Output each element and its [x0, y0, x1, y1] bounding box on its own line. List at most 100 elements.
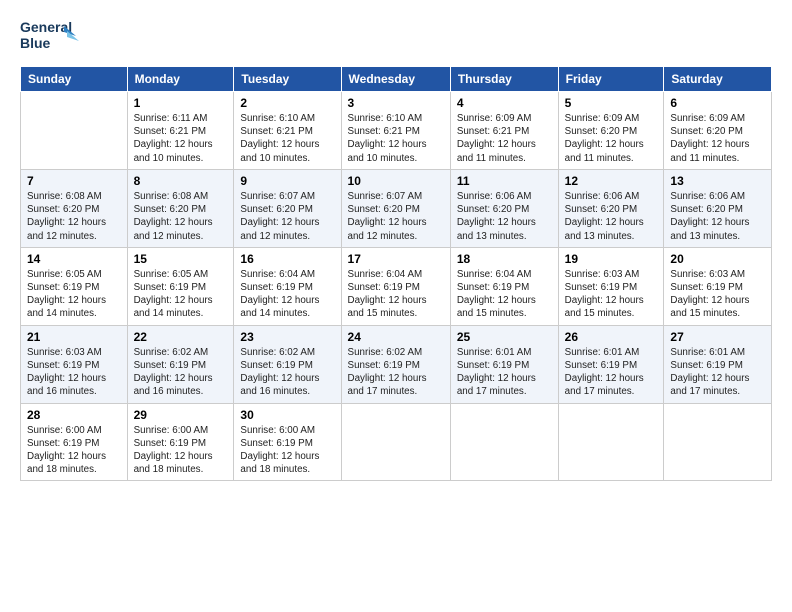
- day-info: Sunrise: 6:02 AMSunset: 6:19 PMDaylight:…: [348, 346, 444, 399]
- day-cell: 12 Sunrise: 6:06 AMSunset: 6:20 PMDayligh…: [558, 169, 664, 247]
- day-number: 17: [348, 252, 444, 266]
- weekday-header-monday: Monday: [127, 67, 234, 92]
- day-info: Sunrise: 6:06 AMSunset: 6:20 PMDaylight:…: [457, 190, 552, 243]
- day-number: 2: [240, 96, 334, 110]
- week-row-1: 1Sunrise: 6:11 AMSunset: 6:21 PMDaylight…: [21, 92, 772, 170]
- day-cell: 29 Sunrise: 6:00 AMSunset: 6:19 PMDayligh…: [127, 403, 234, 481]
- day-info: Sunrise: 6:10 AMSunset: 6:21 PMDaylight:…: [240, 112, 334, 165]
- day-cell: 7 Sunrise: 6:08 AMSunset: 6:20 PMDaylight…: [21, 169, 128, 247]
- day-info: Sunrise: 6:00 AMSunset: 6:19 PMDaylight:…: [27, 424, 121, 477]
- day-info: Sunrise: 6:02 AMSunset: 6:19 PMDaylight:…: [134, 346, 228, 399]
- day-cell: 25Sunrise: 6:01 AMSunset: 6:19 PMDayligh…: [450, 325, 558, 403]
- day-info: Sunrise: 6:09 AMSunset: 6:20 PMDaylight:…: [565, 112, 658, 165]
- day-info: Sunrise: 6:06 AMSunset: 6:20 PMDaylight:…: [565, 190, 658, 243]
- day-info: Sunrise: 6:03 AMSunset: 6:19 PMDaylight:…: [27, 346, 121, 399]
- day-cell: 13 Sunrise: 6:06 AMSunset: 6:20 PMDayligh…: [664, 169, 772, 247]
- day-number: 22: [134, 330, 228, 344]
- day-number: 18: [457, 252, 552, 266]
- day-cell: 19 Sunrise: 6:03 AMSunset: 6:19 PMDayligh…: [558, 247, 664, 325]
- day-number: 10: [348, 174, 444, 188]
- day-number: 19: [565, 252, 658, 266]
- day-info: Sunrise: 6:08 AMSunset: 6:20 PMDaylight:…: [27, 190, 121, 243]
- day-cell: 21 Sunrise: 6:03 AMSunset: 6:19 PMDayligh…: [21, 325, 128, 403]
- weekday-header-saturday: Saturday: [664, 67, 772, 92]
- day-cell: 3 Sunrise: 6:10 AMSunset: 6:21 PMDaylight…: [341, 92, 450, 170]
- header: GeneralBlue: [20, 16, 772, 54]
- day-cell: 23 Sunrise: 6:02 AMSunset: 6:19 PMDayligh…: [234, 325, 341, 403]
- day-cell: 2 Sunrise: 6:10 AMSunset: 6:21 PMDaylight…: [234, 92, 341, 170]
- day-cell: 4 Sunrise: 6:09 AMSunset: 6:21 PMDaylight…: [450, 92, 558, 170]
- day-cell: 9 Sunrise: 6:07 AMSunset: 6:20 PMDaylight…: [234, 169, 341, 247]
- day-number: 30: [240, 408, 334, 422]
- logo-svg: GeneralBlue: [20, 16, 80, 54]
- day-cell: 5Sunrise: 6:09 AMSunset: 6:20 PMDaylight…: [558, 92, 664, 170]
- day-cell: 11 Sunrise: 6:06 AMSunset: 6:20 PMDayligh…: [450, 169, 558, 247]
- day-cell: 8Sunrise: 6:08 AMSunset: 6:20 PMDaylight…: [127, 169, 234, 247]
- week-row-5: 28Sunrise: 6:00 AMSunset: 6:19 PMDayligh…: [21, 403, 772, 481]
- weekday-header-wednesday: Wednesday: [341, 67, 450, 92]
- day-cell: [341, 403, 450, 481]
- day-number: 29: [134, 408, 228, 422]
- day-info: Sunrise: 6:00 AMSunset: 6:19 PMDaylight:…: [240, 424, 334, 477]
- day-info: Sunrise: 6:01 AMSunset: 6:19 PMDaylight:…: [670, 346, 765, 399]
- day-number: 16: [240, 252, 334, 266]
- day-info: Sunrise: 6:07 AMSunset: 6:20 PMDaylight:…: [348, 190, 444, 243]
- day-number: 9: [240, 174, 334, 188]
- weekday-header-thursday: Thursday: [450, 67, 558, 92]
- day-number: 7: [27, 174, 121, 188]
- day-info: Sunrise: 6:03 AMSunset: 6:19 PMDaylight:…: [670, 268, 765, 321]
- day-number: 23: [240, 330, 334, 344]
- day-cell: 15Sunrise: 6:05 AMSunset: 6:19 PMDayligh…: [127, 247, 234, 325]
- day-cell: 10 Sunrise: 6:07 AMSunset: 6:20 PMDayligh…: [341, 169, 450, 247]
- calendar-table: SundayMondayTuesdayWednesdayThursdayFrid…: [20, 66, 772, 481]
- logo: GeneralBlue: [20, 16, 80, 54]
- weekday-header-row: SundayMondayTuesdayWednesdayThursdayFrid…: [21, 67, 772, 92]
- day-number: 13: [670, 174, 765, 188]
- day-info: Sunrise: 6:10 AMSunset: 6:21 PMDaylight:…: [348, 112, 444, 165]
- day-info: Sunrise: 6:05 AMSunset: 6:19 PMDaylight:…: [134, 268, 228, 321]
- day-cell: 16 Sunrise: 6:04 AMSunset: 6:19 PMDayligh…: [234, 247, 341, 325]
- day-cell: 6 Sunrise: 6:09 AMSunset: 6:20 PMDaylight…: [664, 92, 772, 170]
- page: GeneralBlue SundayMondayTuesdayWednesday…: [0, 0, 792, 612]
- day-number: 26: [565, 330, 658, 344]
- day-info: Sunrise: 6:03 AMSunset: 6:19 PMDaylight:…: [565, 268, 658, 321]
- day-info: Sunrise: 6:04 AMSunset: 6:19 PMDaylight:…: [457, 268, 552, 321]
- day-number: 6: [670, 96, 765, 110]
- weekday-header-tuesday: Tuesday: [234, 67, 341, 92]
- day-info: Sunrise: 6:09 AMSunset: 6:20 PMDaylight:…: [670, 112, 765, 165]
- day-info: Sunrise: 6:08 AMSunset: 6:20 PMDaylight:…: [134, 190, 228, 243]
- svg-text:Blue: Blue: [20, 35, 51, 51]
- day-info: Sunrise: 6:02 AMSunset: 6:19 PMDaylight:…: [240, 346, 334, 399]
- day-info: Sunrise: 6:04 AMSunset: 6:19 PMDaylight:…: [348, 268, 444, 321]
- day-info: Sunrise: 6:07 AMSunset: 6:20 PMDaylight:…: [240, 190, 334, 243]
- day-info: Sunrise: 6:01 AMSunset: 6:19 PMDaylight:…: [457, 346, 552, 399]
- day-cell: 17 Sunrise: 6:04 AMSunset: 6:19 PMDayligh…: [341, 247, 450, 325]
- day-cell: 26 Sunrise: 6:01 AMSunset: 6:19 PMDayligh…: [558, 325, 664, 403]
- day-cell: 22 Sunrise: 6:02 AMSunset: 6:19 PMDayligh…: [127, 325, 234, 403]
- day-number: 27: [670, 330, 765, 344]
- day-number: 12: [565, 174, 658, 188]
- day-cell: 20 Sunrise: 6:03 AMSunset: 6:19 PMDayligh…: [664, 247, 772, 325]
- day-number: 3: [348, 96, 444, 110]
- day-number: 21: [27, 330, 121, 344]
- day-cell: 18 Sunrise: 6:04 AMSunset: 6:19 PMDayligh…: [450, 247, 558, 325]
- day-number: 4: [457, 96, 552, 110]
- day-cell: [664, 403, 772, 481]
- day-number: 20: [670, 252, 765, 266]
- day-number: 11: [457, 174, 552, 188]
- day-cell: [21, 92, 128, 170]
- day-cell: 27 Sunrise: 6:01 AMSunset: 6:19 PMDayligh…: [664, 325, 772, 403]
- day-info: Sunrise: 6:06 AMSunset: 6:20 PMDaylight:…: [670, 190, 765, 243]
- weekday-header-sunday: Sunday: [21, 67, 128, 92]
- week-row-4: 21 Sunrise: 6:03 AMSunset: 6:19 PMDayligh…: [21, 325, 772, 403]
- day-info: Sunrise: 6:01 AMSunset: 6:19 PMDaylight:…: [565, 346, 658, 399]
- day-info: Sunrise: 6:04 AMSunset: 6:19 PMDaylight:…: [240, 268, 334, 321]
- day-cell: 24Sunrise: 6:02 AMSunset: 6:19 PMDayligh…: [341, 325, 450, 403]
- day-info: Sunrise: 6:00 AMSunset: 6:19 PMDaylight:…: [134, 424, 228, 477]
- day-cell: 14Sunrise: 6:05 AMSunset: 6:19 PMDayligh…: [21, 247, 128, 325]
- day-info: Sunrise: 6:09 AMSunset: 6:21 PMDaylight:…: [457, 112, 552, 165]
- day-cell: 28Sunrise: 6:00 AMSunset: 6:19 PMDayligh…: [21, 403, 128, 481]
- day-info: Sunrise: 6:05 AMSunset: 6:19 PMDaylight:…: [27, 268, 121, 321]
- weekday-header-friday: Friday: [558, 67, 664, 92]
- day-cell: 30 Sunrise: 6:00 AMSunset: 6:19 PMDayligh…: [234, 403, 341, 481]
